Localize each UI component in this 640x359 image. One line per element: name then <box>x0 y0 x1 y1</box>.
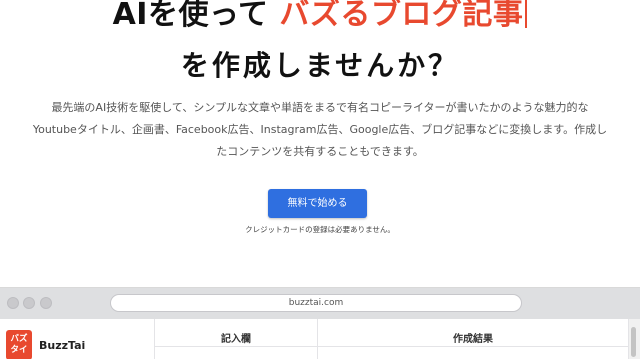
start-free-button[interactable]: 無料で始める <box>268 189 367 218</box>
app-sidebar: バズ タイ BuzzTai <box>0 319 155 359</box>
window-maximize-dot <box>40 297 52 309</box>
no-credit-card-note: クレジットカードの登録は必要ありません。 <box>245 225 395 234</box>
hero-title-accent: バズるブログ記事 <box>279 0 524 32</box>
app-preview: バズ タイ BuzzTai 記入欄 作成結果 <box>0 319 640 359</box>
brand-name: BuzzTai <box>39 339 86 352</box>
scrollbar-thumb[interactable] <box>631 327 636 357</box>
result-column-header: 作成結果 <box>453 334 493 345</box>
window-close-dot <box>7 297 19 309</box>
address-bar: buzztai.com <box>110 294 522 312</box>
header-divider <box>155 346 628 347</box>
hero-title-line2: を作成しませんか？ <box>180 49 460 82</box>
result-column: 作成結果 <box>318 319 628 359</box>
description-line: 最先端のAI技術を駆使して、シンプルな文章や単語をまるで有名コピーライターが書い… <box>51 101 589 114</box>
hero-description: 最先端のAI技術を駆使して、シンプルな文章や単語をまるで有名コピーライターが書い… <box>0 97 640 163</box>
brand-logo: バズ タイ <box>6 330 32 359</box>
browser-titlebar: buzztai.com <box>0 288 640 319</box>
description-line: たコンテンツを共有することもできます。 <box>216 145 424 158</box>
description-line: Youtubeタイトル、企画書、Facebook広告、Instagram広告、G… <box>32 123 608 136</box>
hero-title-prefix: AIを使って <box>112 0 269 32</box>
input-column-header: 記入欄 <box>221 334 251 345</box>
typing-caret <box>525 0 528 28</box>
input-column: 記入欄 <box>155 319 318 359</box>
browser-mockup: buzztai.com バズ タイ BuzzTai 記入欄 作成結果 <box>0 287 640 359</box>
hero-title-line1: AIを使って バズるブログ記事 <box>0 0 640 40</box>
logo-text-line: タイ <box>10 345 28 355</box>
logo-text-line: バズ <box>10 334 28 344</box>
window-minimize-dot <box>23 297 35 309</box>
